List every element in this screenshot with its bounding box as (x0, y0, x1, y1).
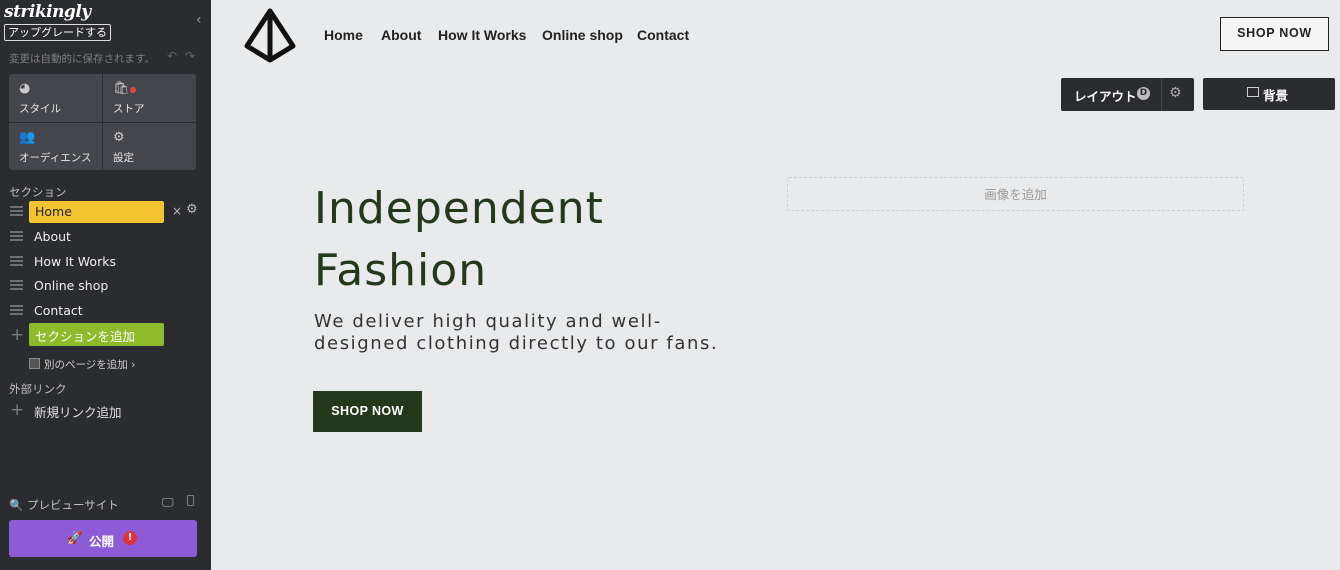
section-settings-icon[interactable]: ⚙ (186, 202, 198, 217)
add-page-label: 別のページを追加 (44, 359, 128, 371)
add-image-placeholder[interactable]: 画像を追加 (787, 177, 1244, 211)
hero-shop-now-button[interactable]: SHOP NOW (313, 391, 422, 432)
rocket-icon: 🚀 (67, 530, 83, 545)
undo-icon[interactable]: ↶ (167, 49, 177, 63)
section-active-highlight[interactable]: Home (29, 201, 164, 223)
nav-contact[interactable]: Contact (637, 27, 689, 43)
section-label: Home (35, 204, 72, 219)
people-icon: 👥 (19, 130, 36, 145)
layout-badge: D (1137, 87, 1150, 100)
tile-store-label: ストア (113, 103, 145, 115)
section-item-home[interactable]: Home × ⚙ (0, 201, 211, 223)
page-icon (29, 358, 40, 369)
layout-label: レイアウト (1074, 89, 1137, 104)
section-label: Contact (34, 303, 83, 318)
hero-subtitle-line2: designed clothing directly to our fans. (314, 333, 719, 354)
add-page-link[interactable]: 別のページを追加 › (29, 357, 135, 372)
preview-site-link[interactable]: 🔍 プレビューサイト (9, 497, 119, 513)
shopping-bag-icon: 🛍 (113, 81, 130, 96)
upgrade-button[interactable]: アップグレードする (4, 24, 111, 41)
mobile-icon[interactable] (187, 495, 194, 506)
nav-about[interactable]: About (381, 27, 421, 43)
section-label: Online shop (34, 278, 109, 293)
collapse-sidebar-icon[interactable]: ‹ (196, 12, 202, 28)
hero-title-line2: Fashion (314, 245, 488, 296)
palette-icon: ◕ (19, 81, 31, 96)
autosave-text: 変更は自動的に保存されます。 (9, 53, 155, 65)
plus-icon[interactable]: + (10, 325, 24, 345)
tile-style[interactable]: ◕ スタイル (9, 74, 103, 123)
redo-icon[interactable]: ↷ (185, 49, 195, 63)
publish-button[interactable]: 🚀 公開 ! (9, 520, 197, 557)
gear-icon[interactable]: ⚙ (1169, 85, 1182, 101)
section-item-about[interactable]: About (0, 226, 211, 248)
section-item-contact[interactable]: Contact (0, 300, 211, 322)
brand-logo-icon[interactable] (243, 8, 298, 63)
layout-button[interactable]: レイアウト D ⚙ (1061, 78, 1194, 111)
site-canvas: Home About How It Works Online shop Cont… (211, 0, 1340, 570)
section-item-how-it-works[interactable]: How It Works (0, 251, 211, 273)
sections-heading: セクション (9, 185, 67, 199)
warning-icon: ! (123, 531, 137, 545)
hero-subtitle-line1: We deliver high quality and well- (314, 311, 662, 332)
publish-label: 公開 (89, 534, 115, 549)
strikingly-logo: strikingly (4, 2, 91, 22)
drag-handle-icon[interactable] (10, 206, 23, 216)
desktop-icon[interactable]: 🖵 (162, 495, 174, 510)
nav-home[interactable]: Home (324, 27, 363, 43)
plus-icon[interactable]: + (10, 400, 24, 420)
add-section-button[interactable]: セクションを追加 (29, 323, 164, 346)
gear-icon: ⚙ (113, 130, 125, 145)
background-button[interactable]: 背景 (1203, 78, 1335, 110)
tile-audience-label: オーディエンス (19, 152, 92, 164)
background-label: 背景 (1263, 88, 1289, 103)
drag-handle-icon[interactable] (10, 280, 23, 290)
hero-subtitle[interactable]: We deliver high quality and well- design… (314, 311, 774, 355)
editor-sidebar: strikingly アップグレードする ‹ 変更は自動的に保存されます。 ↶ … (0, 0, 211, 570)
hero-title-line1: Independent (314, 183, 604, 234)
add-section-label: セクションを追加 (35, 329, 136, 344)
tile-settings[interactable]: ⚙ 設定 (103, 123, 196, 171)
tile-audience[interactable]: 👥 オーディエンス (9, 123, 103, 171)
external-links-heading: 外部リンク (9, 382, 67, 396)
nav-online-shop[interactable]: Online shop (542, 27, 623, 43)
new-link-button[interactable]: 新規リンク追加 (34, 402, 122, 421)
section-label: How It Works (34, 254, 116, 269)
tile-store[interactable]: 🛍 ストア (103, 74, 196, 123)
drag-handle-icon[interactable] (10, 231, 23, 241)
shop-now-header-button[interactable]: SHOP NOW (1220, 17, 1329, 51)
section-label: About (34, 229, 71, 244)
tile-settings-label: 設定 (113, 152, 134, 164)
image-icon (1247, 87, 1259, 97)
drag-handle-icon[interactable] (10, 305, 23, 315)
preview-label: プレビューサイト (26, 498, 119, 512)
nav-how-it-works[interactable]: How It Works (438, 27, 526, 43)
divider (1161, 78, 1162, 111)
delete-section-icon[interactable]: × (172, 204, 182, 218)
section-item-online-shop[interactable]: Online shop (0, 275, 211, 297)
hero-title[interactable]: Independent Fashion (314, 178, 754, 302)
notification-dot (130, 87, 136, 93)
drag-handle-icon[interactable] (10, 256, 23, 266)
tile-style-label: スタイル (19, 103, 61, 115)
editor-menu-grid: ◕ スタイル 🛍 ストア 👥 オーディエンス ⚙ 設定 (9, 74, 196, 171)
